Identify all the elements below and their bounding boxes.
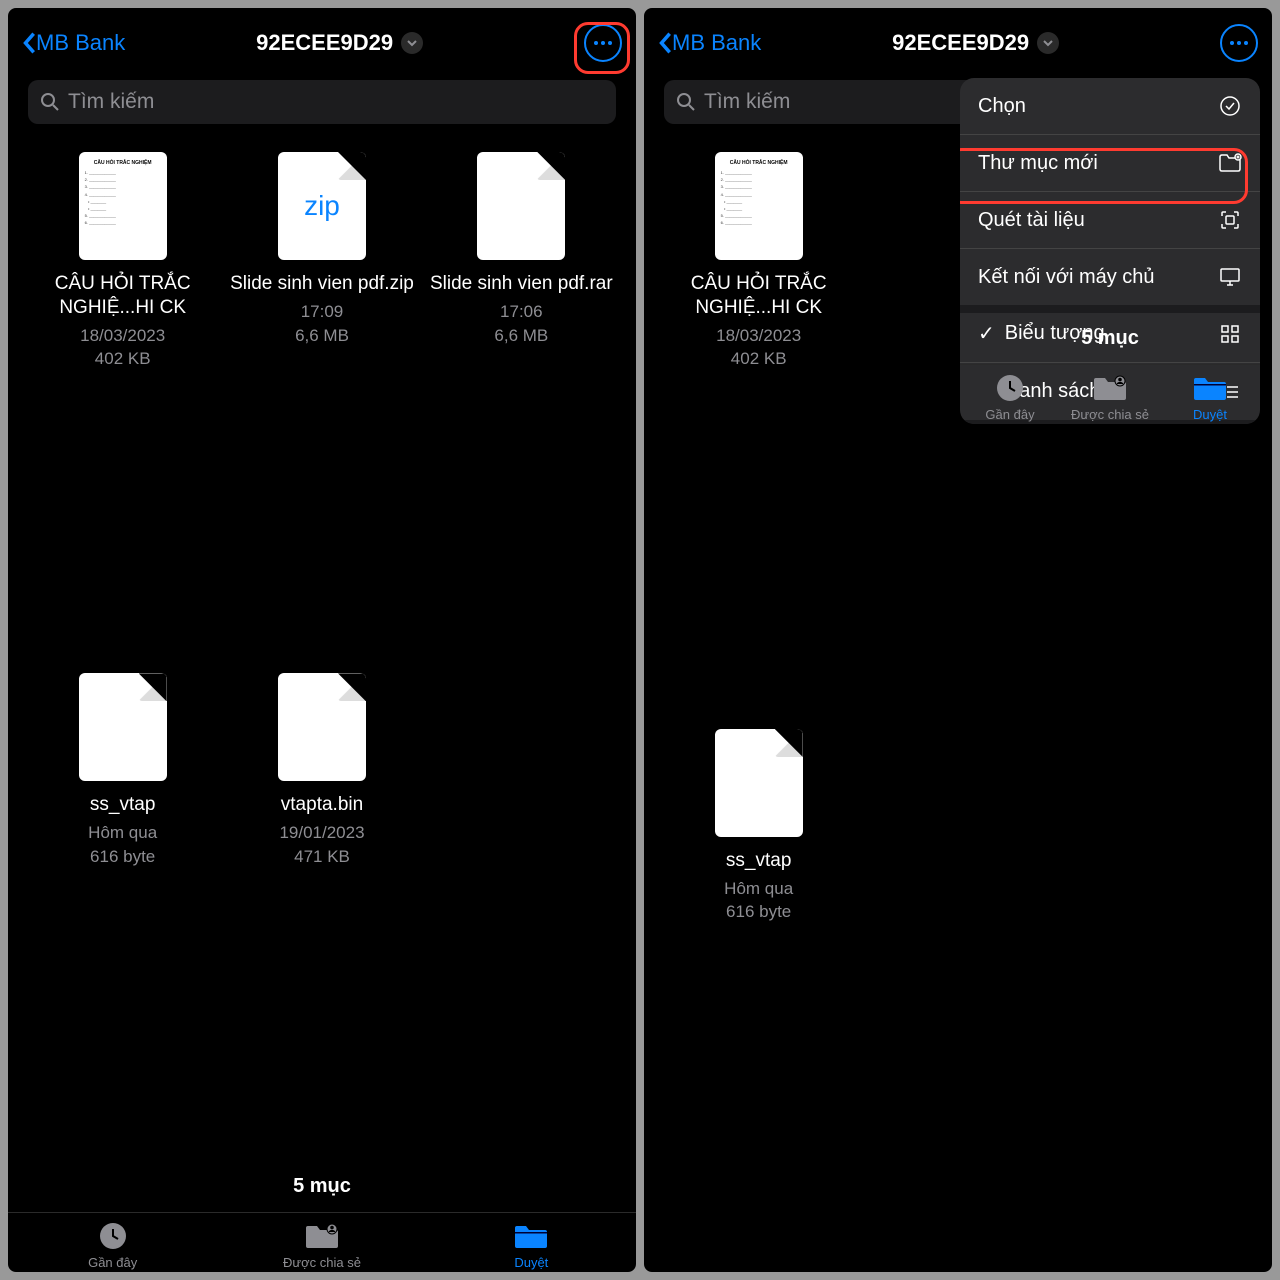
monitor-icon xyxy=(1218,265,1242,289)
tab-shared[interactable]: Được chia sẻ xyxy=(217,1219,426,1270)
header: MB Bank 92ECEE9D29 xyxy=(644,8,1272,72)
folder-icon xyxy=(1192,371,1228,405)
phone-right: MB Bank 92ECEE9D29 Tìm kiếm CÂU HỎI TRẮC… xyxy=(644,8,1272,1272)
more-icon xyxy=(1230,41,1248,45)
more-button[interactable] xyxy=(1220,24,1258,62)
file-zip-icon: zip xyxy=(278,152,366,260)
tab-browse[interactable]: Duyệt xyxy=(427,1219,636,1270)
phone-left: MB Bank 92ECEE9D29 Tìm kiếm CÂU HỎI TRẮC… xyxy=(8,8,636,1272)
file-blank-icon xyxy=(79,673,167,781)
check-circle-icon xyxy=(1218,94,1242,118)
header: MB Bank 92ECEE9D29 xyxy=(8,8,636,72)
file-item[interactable]: zip Slide sinh vien pdf.zip 17:09 6,6 MB xyxy=(227,152,416,653)
tab-recent[interactable]: Gần đây xyxy=(960,371,1060,422)
chevron-down-icon xyxy=(401,32,423,54)
menu-select[interactable]: Chọn xyxy=(960,78,1260,135)
file-item[interactable]: ss_vtap Hôm qua 616 byte xyxy=(664,729,853,1262)
tab-recent[interactable]: Gần đây xyxy=(8,1219,217,1270)
file-doc-icon: CÂU HỎI TRẮC NGHIỆM 1. ____________2. __… xyxy=(79,152,167,260)
search-icon xyxy=(40,92,60,112)
tab-browse[interactable]: Duyệt xyxy=(1160,371,1260,422)
clock-icon xyxy=(992,371,1028,405)
file-item[interactable]: CÂU HỎI TRẮC NGHIỆM 1. ____________2. __… xyxy=(664,152,853,709)
grid-icon xyxy=(1218,322,1242,346)
menu-new-folder[interactable]: Thư mục mới xyxy=(960,135,1260,192)
more-button[interactable] xyxy=(584,24,622,62)
file-blank-icon xyxy=(715,729,803,837)
file-item[interactable]: vtapta.bin 19/01/2023 471 KB xyxy=(227,673,416,1151)
search-placeholder: Tìm kiếm xyxy=(68,90,154,114)
check-icon: ✓ xyxy=(978,321,995,346)
context-menu: Chọn Thư mục mới Quét tài liệu Kết nối v… xyxy=(960,78,1260,424)
files-grid: CÂU HỎI TRẮC NGHIỆM 1. ____________2. __… xyxy=(8,142,636,1161)
chevron-down-icon xyxy=(1037,32,1059,54)
more-icon xyxy=(594,41,612,45)
folder-shared-icon xyxy=(304,1219,340,1253)
chevron-left-icon xyxy=(22,31,36,55)
page-title[interactable]: 92ECEE9D29 xyxy=(103,30,576,56)
tab-shared[interactable]: Được chia sẻ xyxy=(1060,371,1160,422)
scan-icon xyxy=(1218,208,1242,232)
tab-bar: Gần đây Được chia sẻ Duyệt xyxy=(960,364,1260,424)
menu-connect-server[interactable]: Kết nối với máy chủ xyxy=(960,249,1260,305)
chevron-left-icon xyxy=(658,31,672,55)
clock-icon xyxy=(95,1219,131,1253)
page-title[interactable]: 92ECEE9D29 xyxy=(739,30,1212,56)
tab-bar: Gần đây Được chia sẻ Duyệt xyxy=(8,1212,636,1272)
file-item[interactable]: Slide sinh vien pdf.rar 17:06 6,6 MB xyxy=(427,152,616,653)
file-blank-icon xyxy=(477,152,565,260)
folder-icon xyxy=(513,1219,549,1253)
item-count: 5 mục xyxy=(8,1161,636,1212)
file-item[interactable]: ss_vtap Hôm qua 616 byte xyxy=(28,673,217,1151)
file-doc-icon: CÂU HỎI TRẮC NGHIỆM 1. ____________2. __… xyxy=(715,152,803,260)
search-icon xyxy=(676,92,696,112)
folder-plus-icon xyxy=(1218,151,1242,175)
folder-shared-icon xyxy=(1092,371,1128,405)
menu-scan[interactable]: Quét tài liệu xyxy=(960,192,1260,249)
search-input[interactable]: Tìm kiếm xyxy=(28,80,616,124)
file-item[interactable]: CÂU HỎI TRẮC NGHIỆM 1. ____________2. __… xyxy=(28,152,217,653)
search-placeholder: Tìm kiếm xyxy=(704,90,790,114)
file-blank-icon xyxy=(278,673,366,781)
